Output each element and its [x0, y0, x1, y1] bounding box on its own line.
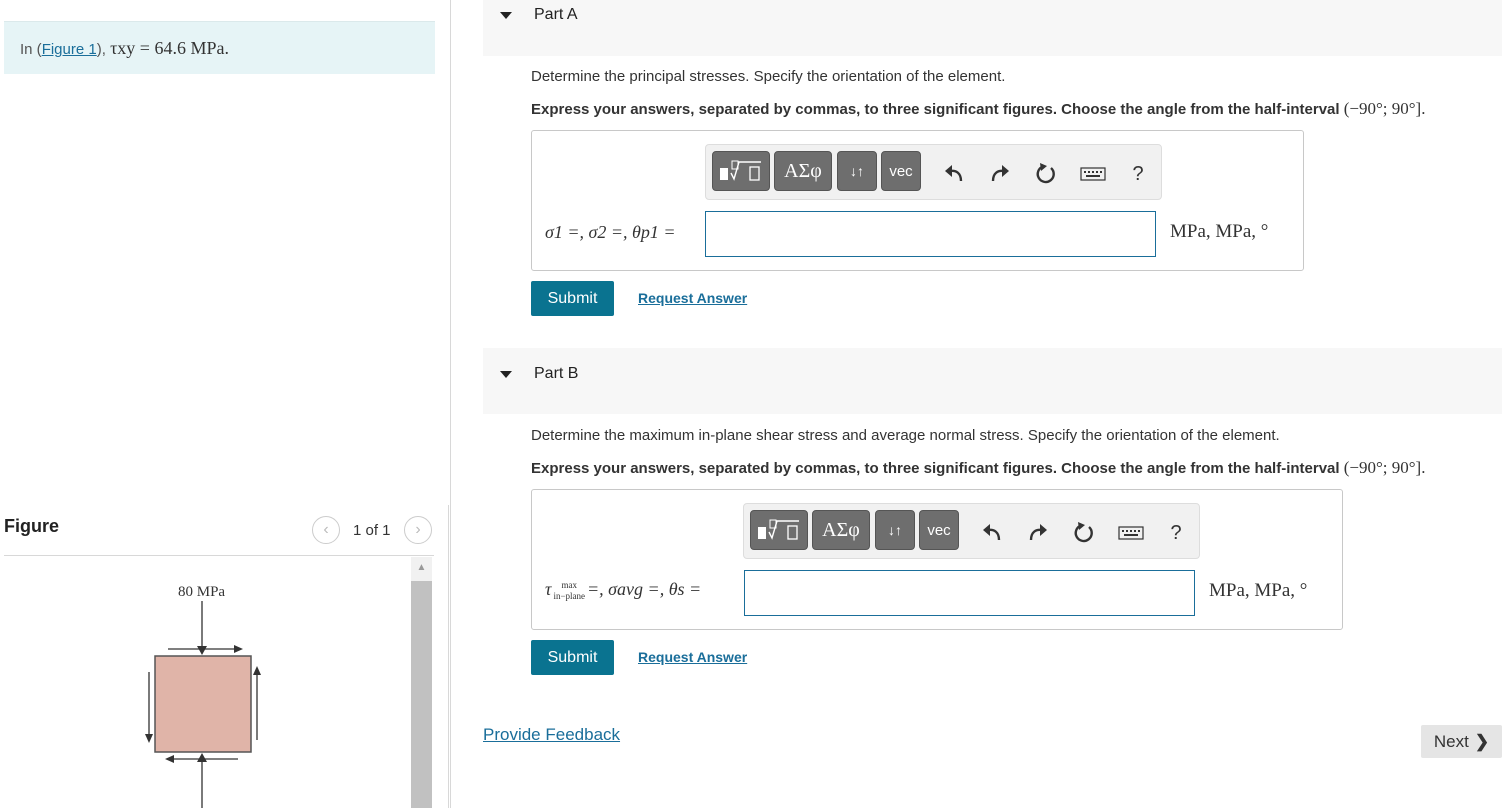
figure-link[interactable]: Figure 1: [42, 41, 97, 58]
problem-suffix: ),: [96, 41, 111, 58]
chevron-left-icon: ‹: [323, 521, 329, 538]
part-a-answer-label: σ1 =, σ2 =, θp1 =: [545, 222, 676, 242]
help-icon[interactable]: ?: [1161, 518, 1191, 548]
tau-subscript: max in−plane: [553, 580, 585, 602]
column-divider: [450, 0, 451, 808]
redo-icon[interactable]: [1023, 518, 1053, 548]
part-b-header[interactable]: Part B: [483, 348, 1502, 414]
templates-icon: [720, 160, 761, 181]
part-a-instructions-text: Express your answers, separated by comma…: [531, 101, 1340, 118]
figure-divider: [4, 555, 434, 556]
figure-prev-button[interactable]: ‹: [312, 516, 340, 544]
part-a-title: Part A: [534, 6, 578, 23]
column-divider-secondary: [448, 505, 449, 808]
figure-page-indicator: 1 of 1: [353, 522, 391, 539]
greek-symbols-button[interactable]: ΑΣφ: [774, 151, 832, 191]
left-panel: In (Figure 1), τxy = 64.6 MPa. Figure ‹ …: [0, 0, 451, 808]
part-b-request-answer-link[interactable]: Request Answer: [638, 649, 747, 665]
math-toolbar: ΑΣφ ↓↑ vec ?: [743, 503, 1200, 559]
part-a-header[interactable]: Part A: [483, 0, 1502, 56]
part-b-instructions-text: Express your answers, separated by comma…: [531, 460, 1340, 477]
vector-button[interactable]: vec: [919, 510, 959, 550]
part-b-answer-label: τ max in−plane =, σavg =, θs =: [545, 579, 701, 602]
problem-statement: In (Figure 1), τxy = 64.6 MPa.: [4, 21, 435, 74]
part-a-submit-button[interactable]: Submit: [531, 281, 614, 316]
keyboard-icon[interactable]: [1078, 159, 1108, 189]
part-a-interval: (−90°; 90°].: [1343, 99, 1426, 118]
part-b-answer-label-rest: =, σavg =, θs =: [587, 579, 702, 599]
tau-symbol: τ: [545, 579, 552, 599]
templates-button[interactable]: [712, 151, 770, 191]
provide-feedback-link[interactable]: Provide Feedback: [483, 725, 620, 745]
figure-label-top: 80 MPa: [178, 584, 225, 600]
problem-prefix: In (: [20, 41, 42, 58]
part-b-answer-box: ΑΣφ ↓↑ vec ? τ max in−plane =, σavg =, θs =…: [531, 489, 1343, 630]
greek-symbols-button[interactable]: ΑΣφ: [812, 510, 870, 550]
math-toolbar: ΑΣφ ↓↑ vec ?: [705, 144, 1162, 200]
figure-scrollbar[interactable]: ▲: [411, 557, 432, 808]
stress-element: [154, 655, 252, 753]
templates-button[interactable]: [750, 510, 808, 550]
part-a-request-answer-link[interactable]: Request Answer: [638, 290, 747, 306]
figure-next-button[interactable]: ›: [404, 516, 432, 544]
part-a-answer-input[interactable]: [705, 211, 1156, 257]
next-button[interactable]: Next ❯: [1421, 725, 1502, 758]
undo-icon[interactable]: [977, 518, 1007, 548]
part-b-instructions: Express your answers, separated by comma…: [531, 458, 1425, 478]
tau-sub-max: max: [561, 579, 577, 590]
templates-icon: [758, 519, 799, 540]
subscript-superscript-button[interactable]: ↓↑: [875, 510, 915, 550]
keyboard-icon[interactable]: [1116, 518, 1146, 548]
part-a-question: Determine the principal stresses. Specif…: [531, 68, 1006, 85]
reset-icon[interactable]: [1069, 518, 1099, 548]
part-b-submit-button[interactable]: Submit: [531, 640, 614, 675]
help-icon[interactable]: ?: [1123, 159, 1153, 189]
part-a-answer-box: ΑΣφ ↓↑ vec ? σ1 =, σ2 =, θp1 = MPa, MPa,…: [531, 130, 1304, 271]
chevron-right-icon: ❯: [1474, 731, 1490, 751]
part-b-question: Determine the maximum in-plane shear str…: [531, 427, 1280, 444]
part-a-instructions: Express your answers, separated by comma…: [531, 99, 1425, 119]
redo-icon[interactable]: [985, 159, 1015, 189]
chevron-right-icon: ›: [415, 521, 421, 538]
stress-element-figure: 80 MPa: [145, 584, 261, 808]
tau-sub-inplane: in−plane: [553, 590, 586, 601]
part-a-units: MPa, MPa, °: [1170, 221, 1269, 242]
scroll-up-icon[interactable]: ▲: [411, 557, 432, 577]
vector-button[interactable]: vec: [881, 151, 921, 191]
collapse-triangle-icon[interactable]: [500, 12, 512, 19]
collapse-triangle-icon[interactable]: [500, 371, 512, 378]
part-b-title: Part B: [534, 365, 579, 382]
reset-icon[interactable]: [1031, 159, 1061, 189]
undo-icon[interactable]: [939, 159, 969, 189]
part-b-units: MPa, MPa, °: [1209, 580, 1308, 601]
part-b-answer-input[interactable]: [744, 570, 1195, 616]
next-label: Next: [1433, 731, 1469, 751]
problem-math: τxy = 64.6 MPa.: [110, 38, 229, 58]
figure-title: Figure: [4, 516, 60, 536]
scrollbar-thumb[interactable]: [411, 581, 432, 808]
part-b-interval: (−90°; 90°].: [1343, 458, 1426, 477]
subscript-superscript-button[interactable]: ↓↑: [837, 151, 877, 191]
